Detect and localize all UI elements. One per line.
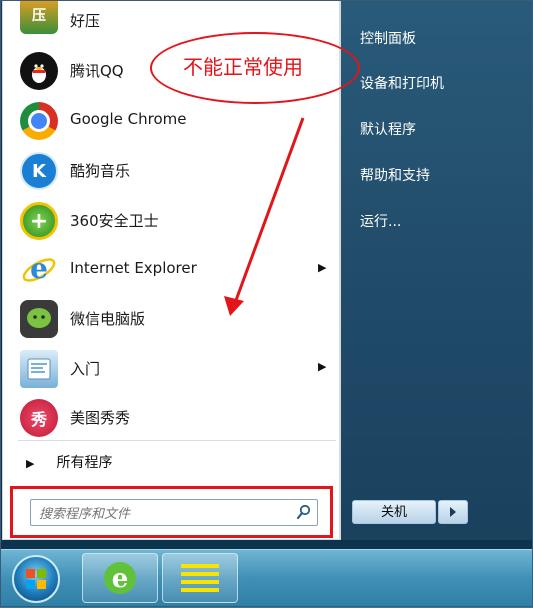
chevron-right-icon (450, 507, 456, 517)
search-input[interactable] (37, 504, 291, 524)
taskbar-ie-button[interactable]: e (82, 553, 158, 603)
shutdown-button[interactable]: 关机 (352, 500, 436, 524)
program-label: 微信电脑版 (70, 310, 146, 328)
taskbar (0, 549, 533, 608)
chrome-icon (20, 102, 58, 140)
program-label: 美图秀秀 (70, 409, 131, 427)
control-panel-link[interactable]: 控制面板 (360, 28, 416, 48)
search-icon[interactable] (296, 504, 312, 520)
run-link[interactable]: 运行... (360, 211, 401, 231)
program-label: 360安全卫士 (70, 212, 159, 230)
submenu-arrow-icon: ▶ (318, 261, 327, 274)
start-menu-right-panel: 控制面板 设备和打印机 默认程序 帮助和支持 运行... (340, 0, 533, 540)
devices-printers-link[interactable]: 设备和打印机 (360, 73, 444, 93)
qq-penguin-icon (20, 52, 58, 90)
getting-started-icon (20, 350, 58, 388)
program-item-kugou[interactable]: K 酷狗音乐 (2, 146, 340, 194)
list-lines-icon (181, 564, 219, 592)
program-label: Internet Explorer (70, 259, 197, 277)
ie-icon: e (20, 251, 58, 289)
start-button[interactable] (12, 555, 60, 603)
program-item-wechat[interactable]: 微信电脑版 (2, 294, 340, 342)
program-label: 酷狗音乐 (70, 162, 131, 180)
taskbar-app-button[interactable] (162, 553, 238, 603)
windows-logo-icon (26, 569, 46, 589)
default-programs-link[interactable]: 默认程序 (360, 119, 416, 139)
wechat-icon (20, 300, 58, 338)
svg-text:e: e (112, 564, 129, 594)
program-item-chrome[interactable]: Google Chrome (2, 96, 340, 144)
program-label: Google Chrome (70, 110, 187, 128)
all-programs-label: 所有程序 (56, 455, 113, 471)
kugou-icon: K (20, 152, 58, 190)
submenu-arrow-icon: ▶ (318, 360, 327, 373)
ie-icon: e (104, 562, 136, 594)
shutdown-options-button[interactable] (438, 500, 468, 524)
haozip-icon: 压 (20, 0, 58, 34)
program-item-meitu[interactable]: 秀 美图秀秀 (2, 393, 340, 441)
program-item-360[interactable]: + 360安全卫士 (2, 196, 340, 244)
program-label: 腾讯QQ (70, 62, 124, 80)
help-support-link[interactable]: 帮助和支持 (360, 165, 430, 185)
svg-text:e: e (30, 252, 48, 285)
program-item-ie[interactable]: e Internet Explorer ▶ (2, 245, 340, 293)
annotation-text: 不能正常使用 (183, 55, 303, 79)
all-programs-item[interactable]: ▶ 所有程序 (26, 452, 112, 472)
program-item-getting-started[interactable]: 入门 ▶ (2, 344, 340, 392)
menu-divider (18, 440, 336, 441)
360-shield-icon: + (20, 202, 58, 240)
meitu-icon: 秀 (20, 399, 58, 437)
search-field[interactable] (30, 499, 318, 526)
expand-triangle-icon: ▶ (26, 457, 35, 470)
program-label: 好压 (70, 12, 101, 30)
program-label: 入门 (70, 360, 101, 378)
